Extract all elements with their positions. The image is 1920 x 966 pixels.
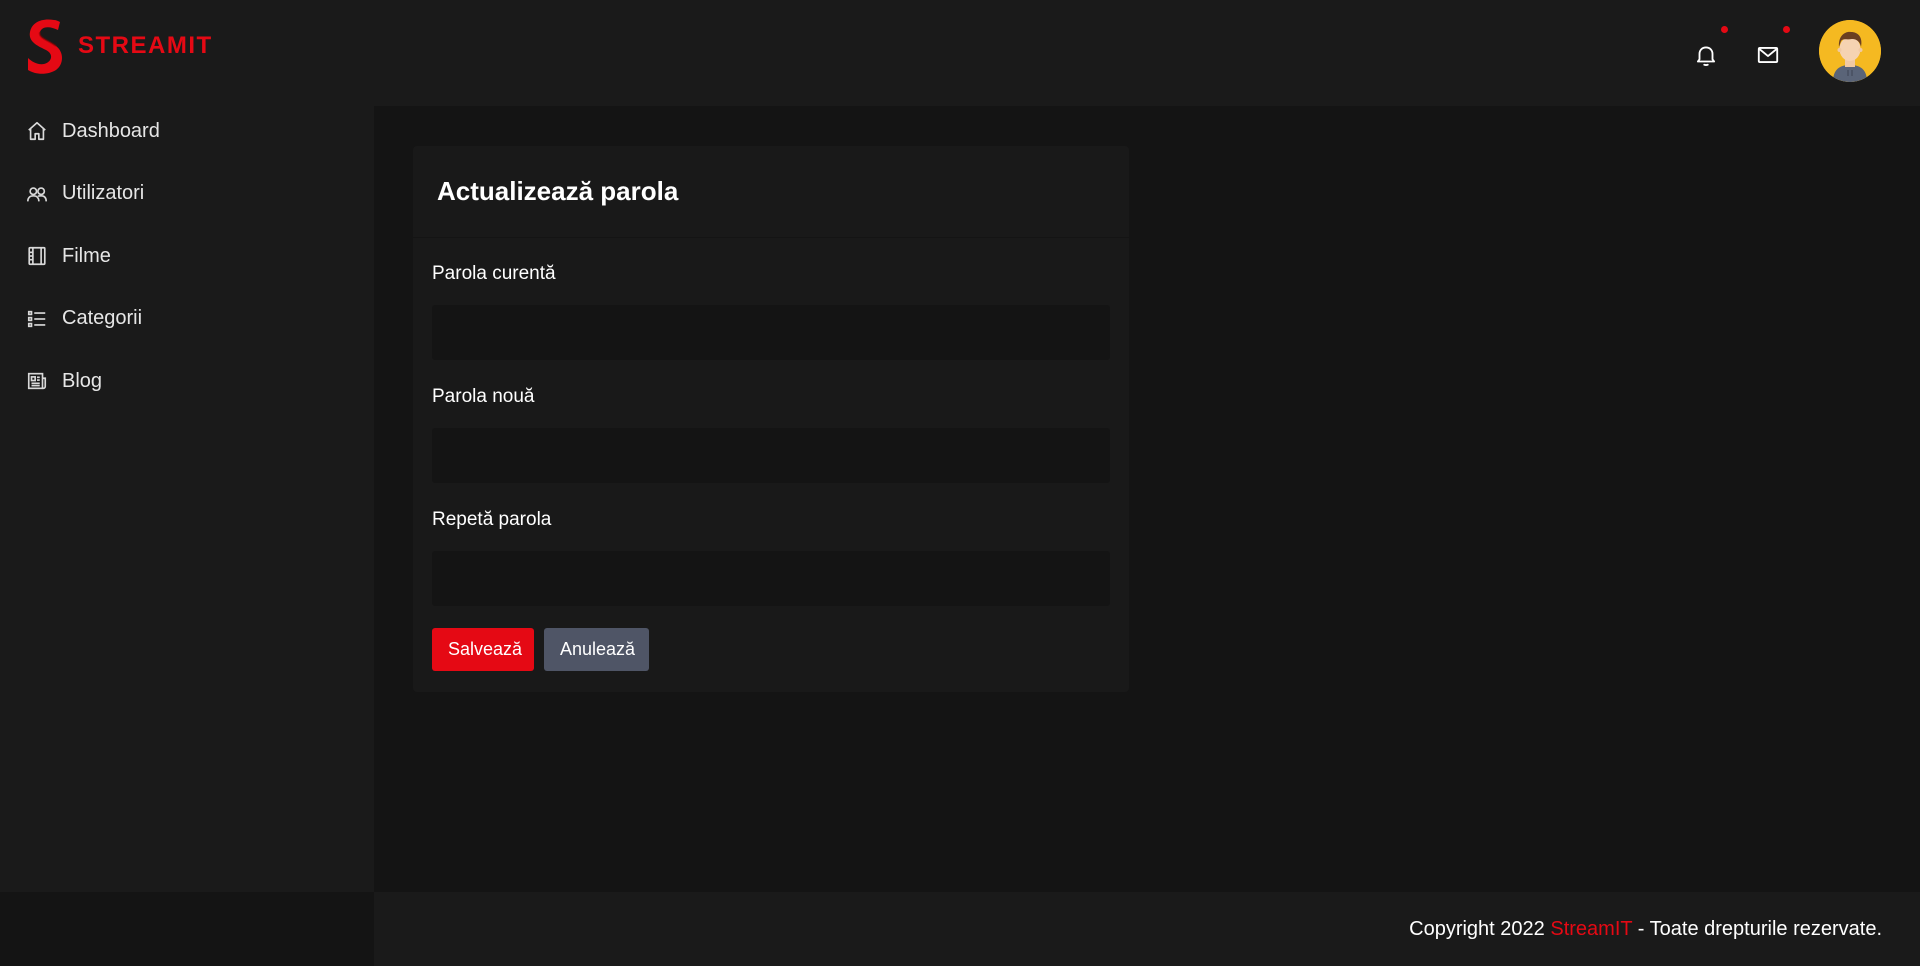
sidebar-item-dashboard[interactable]: Dashboard — [0, 100, 374, 163]
users-icon — [27, 186, 47, 202]
cancel-button[interactable]: Anulează — [544, 628, 649, 671]
avatar-image — [1819, 20, 1881, 82]
form-actions: Salvează Anulează — [432, 628, 1110, 671]
sidebar: STREAMIT Dashboard Utilizatori Filme Cat… — [0, 0, 374, 892]
newspaper-icon — [27, 373, 47, 390]
bell-icon — [1696, 46, 1716, 66]
home-icon — [28, 122, 46, 141]
current-password-input[interactable] — [432, 305, 1110, 360]
sidebar-item-label: Categorii — [62, 307, 143, 330]
update-password-card: Actualizează parola Parola curentă Parol… — [413, 146, 1129, 692]
repeat-password-label: Repetă parola — [432, 509, 552, 530]
new-password-input[interactable] — [432, 428, 1110, 483]
page-footer: Copyright 2022 StreamIT - Toate drepturi… — [374, 892, 1920, 966]
sidebar-item-filme[interactable]: Filme — [0, 225, 374, 288]
sidebar-item-label: Utilizatori — [62, 182, 145, 205]
film-icon — [28, 247, 46, 266]
sidebar-footer — [0, 892, 374, 966]
brand-name: STREAMIT — [78, 32, 213, 59]
list-icon — [27, 310, 46, 327]
streamit-logo-icon — [28, 19, 62, 74]
password-form: Parola curentă Parola nouă Repetă parola… — [413, 263, 1129, 671]
sidebar-item-categorii[interactable]: Categorii — [0, 288, 374, 351]
sidebar-item-utilizatori[interactable]: Utilizatori — [0, 163, 374, 226]
save-button[interactable]: Salvează — [432, 628, 534, 671]
copyright-prefix: Copyright 2022 — [1409, 918, 1545, 940]
sidebar-item-blog[interactable]: Blog — [0, 350, 374, 413]
copyright-suffix: - Toate drepturile rezervate. — [1637, 918, 1882, 940]
current-password-label: Parola curentă — [432, 263, 556, 284]
brand-logo[interactable]: STREAMIT — [24, 18, 213, 74]
message-badge-dot — [1783, 26, 1790, 33]
mail-icon — [1757, 47, 1779, 63]
notification-badge-dot — [1721, 26, 1728, 33]
sidebar-item-label: Blog — [62, 369, 103, 392]
page-title: Actualizează parola — [437, 176, 679, 206]
footer-brand-link[interactable]: StreamIT — [1550, 918, 1632, 940]
new-password-label: Parola nouă — [432, 386, 535, 407]
user-avatar[interactable] — [1819, 20, 1881, 82]
copyright-text: Copyright 2022 StreamIT - Toate drepturi… — [1409, 918, 1882, 941]
notifications-button[interactable] — [1686, 35, 1726, 75]
repeat-password-input[interactable] — [432, 551, 1110, 606]
messages-button[interactable] — [1748, 35, 1788, 75]
sidebar-item-label: Filme — [62, 244, 111, 267]
card-header: Actualizează parola — [413, 146, 1129, 238]
sidebar-nav: Dashboard Utilizatori Filme Categorii Bl… — [0, 100, 374, 413]
sidebar-item-label: Dashboard — [62, 119, 160, 142]
